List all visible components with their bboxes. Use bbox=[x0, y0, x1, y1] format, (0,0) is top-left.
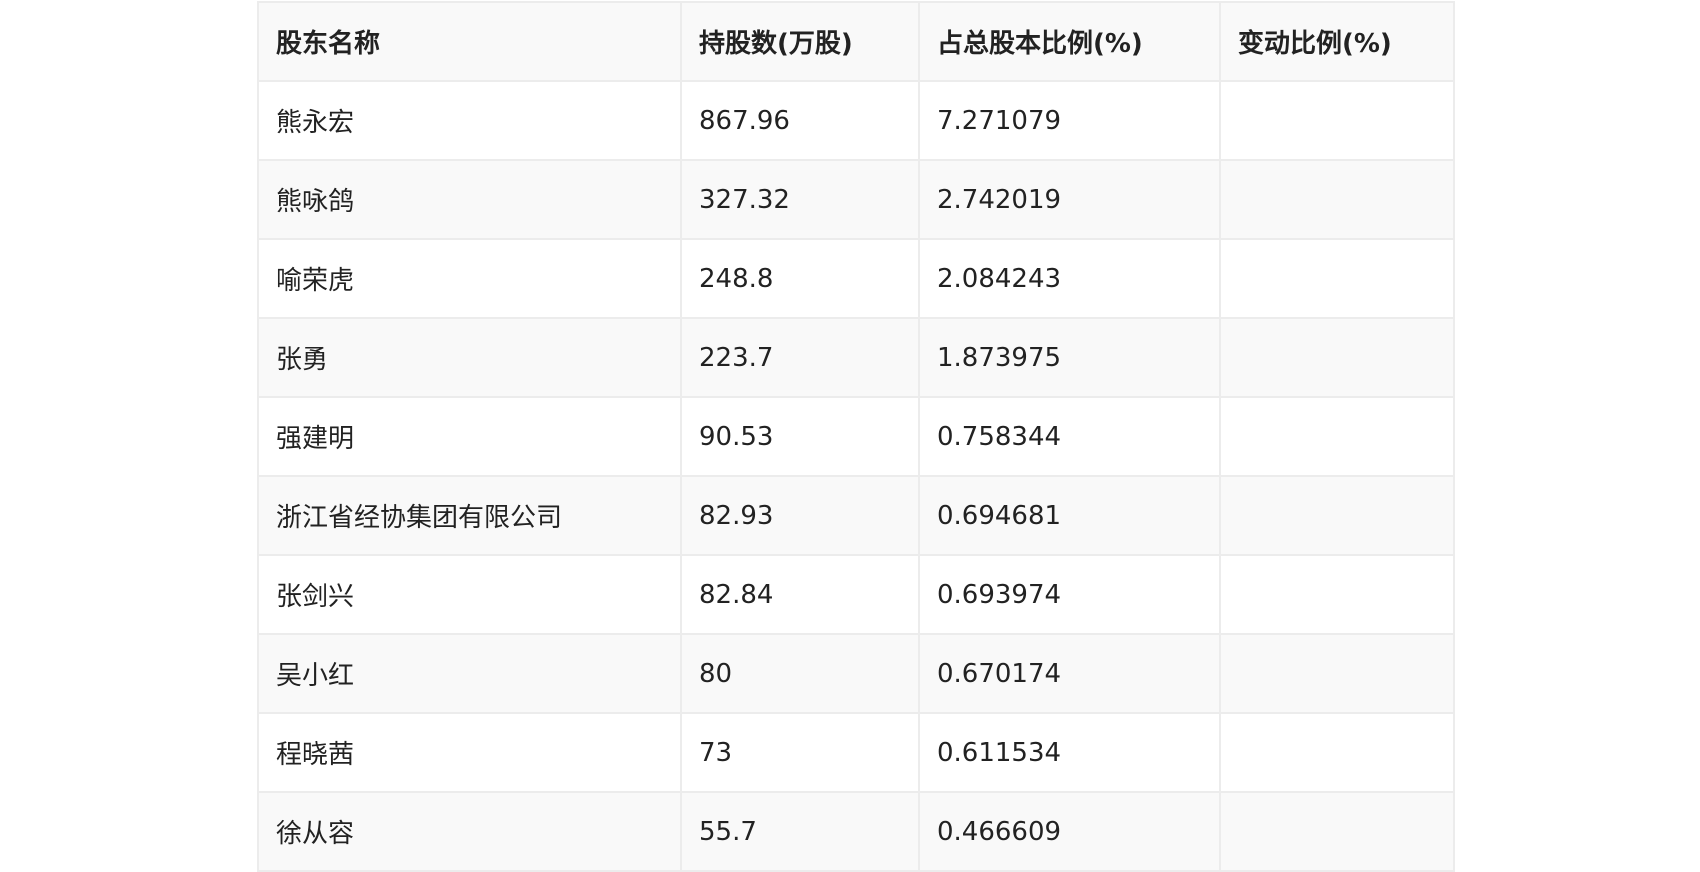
cell-shares-held: 223.7 bbox=[680, 317, 920, 398]
cell-shareholder-name: 熊咏鸽 bbox=[257, 159, 682, 240]
table-header: 股东名称 持股数(万股) 占总股本比例(%) 变动比例(%) bbox=[257, 1, 1455, 82]
cell-shares-held: 80 bbox=[680, 633, 920, 714]
cell-shareholder-name: 张勇 bbox=[257, 317, 682, 398]
table-row: 浙江省经协集团有限公司 82.93 0.694681 bbox=[257, 475, 1455, 556]
cell-shares-held: 248.8 bbox=[680, 238, 920, 319]
cell-change-ratio bbox=[1219, 712, 1455, 793]
cell-shares-held: 327.32 bbox=[680, 159, 920, 240]
header-shares-held: 持股数(万股) bbox=[680, 1, 920, 82]
table-body: 熊永宏 867.96 7.271079 熊咏鸽 327.32 2.742019 … bbox=[257, 80, 1455, 872]
cell-change-ratio bbox=[1219, 80, 1455, 161]
cell-shares-held: 55.7 bbox=[680, 791, 920, 872]
cell-shares-held: 90.53 bbox=[680, 396, 920, 477]
shareholder-table: 股东名称 持股数(万股) 占总股本比例(%) 变动比例(%) 熊永宏 867.9… bbox=[257, 1, 1455, 872]
table-row: 程晓茜 73 0.611534 bbox=[257, 712, 1455, 793]
cell-shareholder-name: 程晓茜 bbox=[257, 712, 682, 793]
cell-change-ratio bbox=[1219, 396, 1455, 477]
cell-change-ratio bbox=[1219, 633, 1455, 714]
header-change-ratio: 变动比例(%) bbox=[1219, 1, 1455, 82]
cell-change-ratio bbox=[1219, 554, 1455, 635]
table-row: 徐从容 55.7 0.466609 bbox=[257, 791, 1455, 872]
cell-shareholder-name: 吴小红 bbox=[257, 633, 682, 714]
cell-shareholder-name: 张剑兴 bbox=[257, 554, 682, 635]
cell-shareholder-name: 徐从容 bbox=[257, 791, 682, 872]
shareholder-table-container: 股东名称 持股数(万股) 占总股本比例(%) 变动比例(%) 熊永宏 867.9… bbox=[257, 1, 1455, 872]
cell-change-ratio bbox=[1219, 475, 1455, 556]
cell-shareholder-name: 熊永宏 bbox=[257, 80, 682, 161]
table-row: 张剑兴 82.84 0.693974 bbox=[257, 554, 1455, 635]
cell-share-ratio: 7.271079 bbox=[918, 80, 1221, 161]
cell-share-ratio: 2.742019 bbox=[918, 159, 1221, 240]
table-row: 强建明 90.53 0.758344 bbox=[257, 396, 1455, 477]
cell-change-ratio bbox=[1219, 159, 1455, 240]
cell-share-ratio: 0.758344 bbox=[918, 396, 1221, 477]
table-row: 熊咏鸽 327.32 2.742019 bbox=[257, 159, 1455, 240]
cell-shareholder-name: 浙江省经协集团有限公司 bbox=[257, 475, 682, 556]
cell-share-ratio: 0.466609 bbox=[918, 791, 1221, 872]
table-row: 张勇 223.7 1.873975 bbox=[257, 317, 1455, 398]
cell-shares-held: 82.93 bbox=[680, 475, 920, 556]
cell-share-ratio: 0.694681 bbox=[918, 475, 1221, 556]
table-row: 吴小红 80 0.670174 bbox=[257, 633, 1455, 714]
cell-share-ratio: 0.693974 bbox=[918, 554, 1221, 635]
cell-change-ratio bbox=[1219, 238, 1455, 319]
table-row: 喻荣虎 248.8 2.084243 bbox=[257, 238, 1455, 319]
table-row: 熊永宏 867.96 7.271079 bbox=[257, 80, 1455, 161]
cell-share-ratio: 0.670174 bbox=[918, 633, 1221, 714]
cell-share-ratio: 0.611534 bbox=[918, 712, 1221, 793]
cell-shares-held: 867.96 bbox=[680, 80, 920, 161]
cell-shares-held: 82.84 bbox=[680, 554, 920, 635]
cell-shares-held: 73 bbox=[680, 712, 920, 793]
cell-change-ratio bbox=[1219, 317, 1455, 398]
cell-share-ratio: 2.084243 bbox=[918, 238, 1221, 319]
cell-shareholder-name: 喻荣虎 bbox=[257, 238, 682, 319]
header-shareholder-name: 股东名称 bbox=[257, 1, 682, 82]
header-row: 股东名称 持股数(万股) 占总股本比例(%) 变动比例(%) bbox=[257, 1, 1455, 82]
header-share-ratio: 占总股本比例(%) bbox=[918, 1, 1221, 82]
cell-change-ratio bbox=[1219, 791, 1455, 872]
cell-shareholder-name: 强建明 bbox=[257, 396, 682, 477]
cell-share-ratio: 1.873975 bbox=[918, 317, 1221, 398]
